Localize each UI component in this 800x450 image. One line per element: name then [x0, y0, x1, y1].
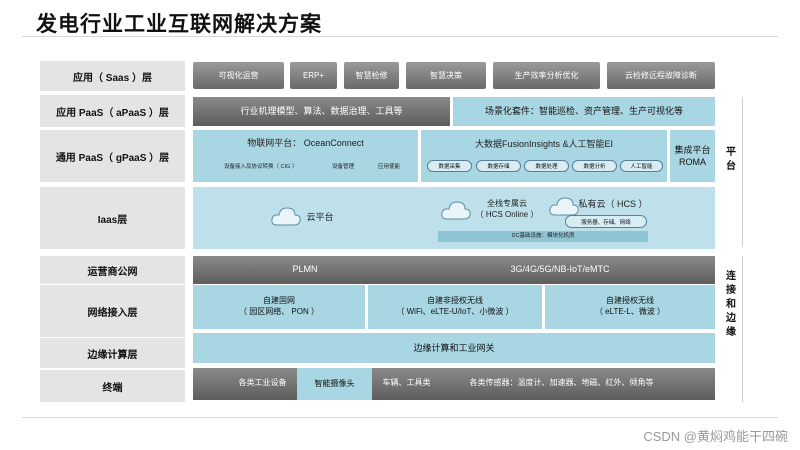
- layer-label-apaas: 应用 PaaS（ aPaaS ）层: [40, 95, 185, 127]
- network-unlicensed-wireless: 自建非授权无线 （ WiFi、eLTE-U/IoT、小微波 ）: [368, 285, 542, 329]
- saas-item-efficiency: 生产效率分析优化: [493, 62, 600, 89]
- layer-label-edge: 边缘计算层: [40, 338, 185, 368]
- saas-item-erp: ERP+: [290, 62, 337, 89]
- private-cloud-label: 私有云（ HCS ）: [578, 198, 648, 209]
- layer-label-terminal: 终端: [40, 370, 185, 402]
- carrier-protocols: 3G/4G/5G/NB-IoT/eMTC: [510, 263, 610, 274]
- cloud-platform-label: 云平台: [306, 211, 334, 222]
- layer-label-iaas: Iaas层: [40, 187, 185, 249]
- iot-platform-title: 物联网平台： OceanConnect: [247, 137, 364, 148]
- terminal-sensors: 各类传感器：温度计、加速器、地磁、红外、倾角等: [469, 377, 654, 387]
- layer-label-saas: 应用（ Saas ）层: [40, 61, 185, 91]
- cloud-icon: [441, 201, 471, 220]
- layer-label-network: 网络接入层: [40, 285, 185, 337]
- saas-item-remote-diagnosis: 云检修远程故障诊断: [607, 62, 715, 89]
- side-divider-platform: [742, 97, 743, 247]
- dc-infrastructure: DC基础设施：模块化机房: [438, 231, 648, 242]
- cloud-icon: [271, 207, 301, 226]
- pill-data-processing: 数据处理: [524, 160, 569, 172]
- saas-item-smart-maintenance: 智慧检修: [344, 62, 399, 89]
- layer-label-carrier: 运营商公网: [40, 256, 185, 284]
- watermark: CSDN @黄焖鸡能干四碗: [643, 429, 788, 444]
- dedicated-cloud-label: 全栈专属云 （ HCS Online ）: [475, 199, 539, 219]
- layer-label-gpaas: 通用 PaaS（ gPaaS ）层: [40, 130, 185, 182]
- saas-item-smart-decision: 智慧决策: [406, 62, 486, 89]
- side-divider-edge: [742, 256, 743, 402]
- terminal-industrial-equipment: 各类工业设备: [238, 377, 287, 387]
- network-licensed-wireless: 自建授权无线 （ eLTE-L、微波 ）: [545, 285, 715, 329]
- apaas-scenario-kits: 场景化套件：智能巡检、资产管理、生产可视化等: [453, 97, 715, 126]
- side-label-platform: 平台: [723, 146, 735, 174]
- iot-device-access: 设备接入及协议转换（ CIG ）: [224, 164, 298, 170]
- pill-data-analysis: 数据分析: [572, 160, 617, 172]
- iot-app-enable: 应用使能: [378, 164, 401, 170]
- terminal-vehicles-tools: 车辆、工具类: [382, 377, 431, 387]
- iot-device-mgmt: 设备管理: [332, 164, 355, 170]
- carrier-plmn: PLMN: [292, 263, 318, 274]
- saas-item-visual-ops: 可视化运营: [193, 62, 284, 89]
- pill-data-collection: 数据采集: [427, 160, 472, 172]
- pill-server-storage-network: 服务器、存储、网络: [565, 215, 647, 228]
- network-wired: 自建固网 （ 园区网络、 PON ）: [193, 285, 365, 329]
- bigdata-title: 大数据FusionInsights &人工智能EI: [474, 138, 614, 149]
- edge-gateway: 边缘计算和工业网关: [193, 333, 715, 363]
- side-label-connect-edge: 连接和边缘: [723, 270, 735, 340]
- pill-ai: 人工智能: [620, 160, 663, 172]
- title-divider: [22, 36, 778, 37]
- bottom-divider: [22, 417, 778, 418]
- page-title: 发电行业工业互联网解决方案: [36, 13, 322, 36]
- terminal-smart-camera: 智能摄像头: [297, 368, 372, 400]
- apaas-models: 行业机理模型、算法、数据治理、工具等: [193, 97, 450, 126]
- roma-integration: 集成平台 ROMA: [670, 130, 715, 182]
- pill-data-storage: 数据存储: [476, 160, 521, 172]
- cloud-icon: [549, 197, 579, 216]
